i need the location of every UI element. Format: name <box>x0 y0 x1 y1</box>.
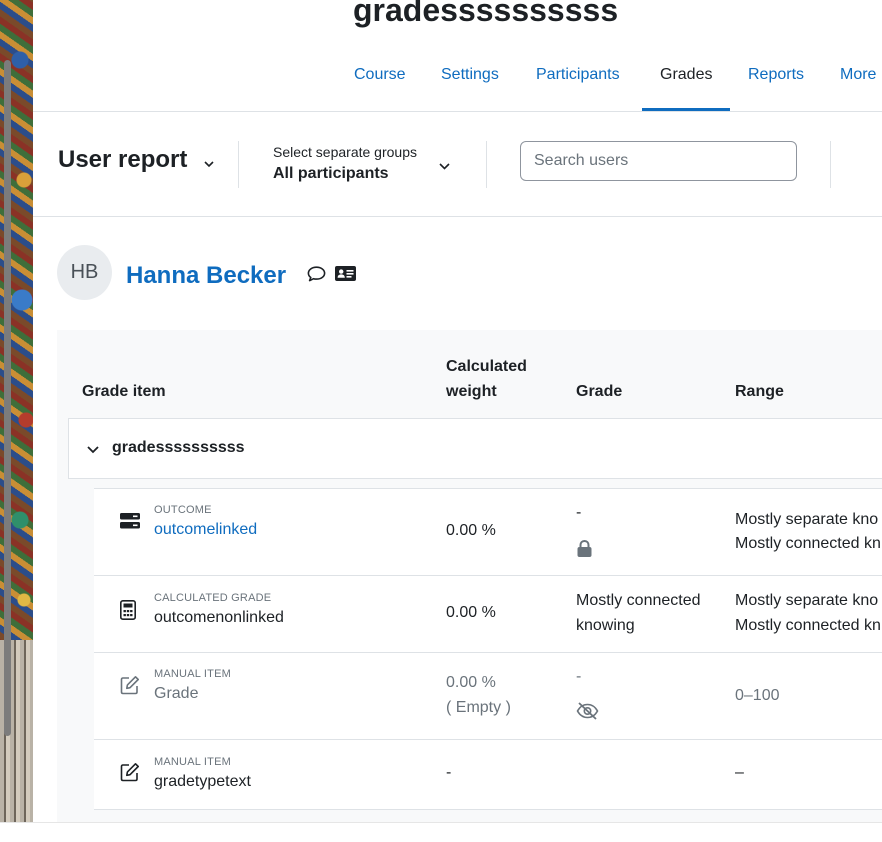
header-range: Range <box>735 383 784 400</box>
item-name: gradetypetext <box>154 773 251 790</box>
search-users-box <box>520 141 797 181</box>
header-grade: Grade <box>576 383 623 400</box>
tab-course[interactable]: Course <box>354 66 406 84</box>
lock-icon <box>577 539 592 562</box>
table-row: CALCULATED GRADE outcomenonlinked 0.00 %… <box>94 576 882 653</box>
item-grade: - <box>576 668 582 685</box>
header-calculated-weight: Calculated weight <box>446 354 527 404</box>
tab-participants[interactable]: Participants <box>536 66 620 84</box>
item-type: MANUAL ITEM <box>154 668 231 680</box>
item-range: – <box>735 764 744 781</box>
divider <box>486 141 487 188</box>
category-row: gradessssssssss <box>68 418 882 479</box>
page: gradessssssssss Course Settings Particip… <box>33 0 882 822</box>
tab-grades[interactable]: Grades <box>660 66 712 84</box>
item-type: MANUAL ITEM <box>154 756 231 768</box>
search-users-input[interactable] <box>521 142 796 180</box>
item-range-line1: Mostly separate kno <box>735 511 879 528</box>
tertiary-navigation: User report Select separate groups All p… <box>33 112 882 217</box>
item-weight: 0.00 % <box>446 674 496 691</box>
page-title: gradessssssssss <box>353 0 619 28</box>
message-icon[interactable] <box>307 266 326 287</box>
chevron-down-icon[interactable] <box>87 441 99 459</box>
eye-slash-icon <box>576 702 599 725</box>
report-selector-label: User report <box>58 146 188 173</box>
report-selector[interactable]: User report <box>58 146 214 175</box>
table-row: MANUAL ITEM gradetypetext - – <box>94 740 882 810</box>
header-weight-line2: weight <box>446 383 497 400</box>
item-range-line2: Mostly connected kn <box>735 535 881 552</box>
item-range-line1: Mostly separate kno <box>735 592 879 609</box>
header-grade-item: Grade item <box>82 383 166 400</box>
item-weight-note: ( Empty ) <box>446 699 511 716</box>
group-selector[interactable]: Select separate groups All participants <box>273 144 417 183</box>
group-selector-label: Select separate groups <box>273 144 417 160</box>
group-selector-value: All participants <box>273 165 389 182</box>
divider <box>830 141 831 188</box>
item-range-line2: Mostly connected kn <box>735 617 881 634</box>
edit-icon[interactable] <box>120 675 140 700</box>
table-row: MANUAL ITEM Grade 0.00 % ( Empty ) - 0–1… <box>94 653 882 740</box>
tab-settings[interactable]: Settings <box>441 66 499 84</box>
item-weight: 0.00 % <box>446 522 496 539</box>
edit-icon[interactable] <box>120 762 140 787</box>
calculator-icon <box>120 600 136 625</box>
window-bottom-edge <box>0 822 882 842</box>
secondary-navigation: gradessssssssss Course Settings Particip… <box>33 0 882 112</box>
item-type: CALCULATED GRADE <box>154 592 272 604</box>
item-type: OUTCOME <box>154 504 212 516</box>
user-name-link[interactable]: Hanna Becker <box>126 262 286 290</box>
category-name: gradessssssssss <box>112 439 245 456</box>
item-weight: 0.00 % <box>446 604 496 621</box>
item-grade-line2: knowing <box>576 617 635 634</box>
scrollbar[interactable] <box>4 60 11 736</box>
chevron-down-icon[interactable] <box>439 157 450 175</box>
item-grade-line1: Mostly connected <box>576 592 701 609</box>
chevron-down-icon <box>204 147 214 175</box>
avatar[interactable]: HB <box>57 245 112 300</box>
profile-card-icon[interactable] <box>335 266 356 286</box>
header-weight-line1: Calculated <box>446 358 527 375</box>
table-row: OUTCOME outcomelinked 0.00 % - Mostly se… <box>94 488 882 576</box>
item-grade: - <box>576 504 582 521</box>
user-report-table: Grade item Calculated weight Grade Range… <box>57 330 882 822</box>
item-name-link[interactable]: outcomelinked <box>154 521 257 539</box>
active-tab-indicator <box>642 108 730 111</box>
tab-more[interactable]: More <box>840 66 876 84</box>
divider <box>238 141 239 188</box>
item-name: outcomenonlinked <box>154 609 284 626</box>
item-range: 0–100 <box>735 687 780 704</box>
outcome-icon <box>120 513 140 534</box>
item-weight: - <box>446 764 452 781</box>
tab-reports[interactable]: Reports <box>748 66 804 84</box>
item-name: Grade <box>154 685 199 702</box>
